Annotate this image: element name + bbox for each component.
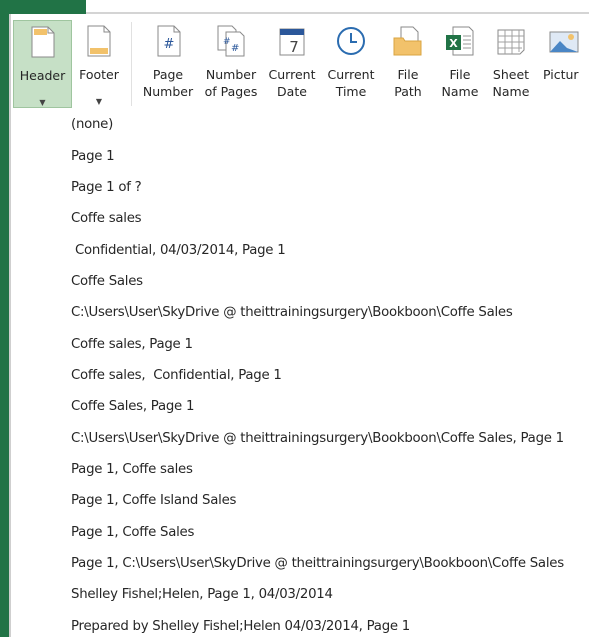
page-number-icon: # <box>157 25 181 57</box>
file-name-label-line2: Name <box>441 84 479 99</box>
page-number-label-line2: Number <box>142 84 194 99</box>
file-name-label-line1: File <box>449 67 471 82</box>
file-path-label-line2: Path <box>394 84 422 99</box>
menu-item-page-1-coffe-island-sales[interactable]: Page 1, Coffe Island Sales <box>71 490 236 512</box>
page-number-button[interactable]: # Page Number <box>139 20 197 108</box>
current-date-button[interactable]: 7 Current Date <box>264 20 320 108</box>
excel-file-icon: X <box>446 26 474 56</box>
sheet-name-button[interactable]: Sheet Name <box>487 20 535 108</box>
header-button-label: Header <box>19 68 66 83</box>
sheet-name-label-line1: Sheet <box>492 67 530 82</box>
file-path-label-line1: File <box>397 67 419 82</box>
page-number-label-line1: Page <box>152 67 184 82</box>
footer-button[interactable]: Footer ▼ <box>73 20 125 108</box>
menu-item-coffe-sales-page-1[interactable]: Coffe sales, Page 1 <box>71 334 193 356</box>
active-ribbon-tab-accent <box>0 0 86 14</box>
svg-text:#: # <box>231 43 239 54</box>
menu-item-page-1-file-path[interactable]: Page 1, C:\Users\User\SkyDrive @ theittr… <box>71 553 564 575</box>
svg-text:#: # <box>164 37 175 52</box>
picture-icon <box>549 31 579 53</box>
menu-item-coffe-sales-title[interactable]: Coffe Sales <box>71 271 143 293</box>
header-footer-ribbon: Header ▼ Footer ▼ # Page Number # # Numb… <box>11 14 589 110</box>
menu-item-author-page-date[interactable]: Shelley Fishel;Helen, Page 1, 04/03/2014 <box>71 584 333 606</box>
sheet-grid-icon <box>497 29 525 55</box>
header-dropdown-menu: (none) Page 1 Page 1 of ? Coffe sales Co… <box>11 110 589 637</box>
number-of-pages-label-line1: Number <box>205 67 257 82</box>
sheet-name-label-line2: Name <box>492 84 530 99</box>
svg-text:#: # <box>223 37 231 47</box>
svg-text:X: X <box>449 37 458 50</box>
folder-icon <box>393 26 422 56</box>
picture-label: Pictur <box>543 67 579 82</box>
menu-item-coffe-sales-title-page-1[interactable]: Coffe Sales, Page 1 <box>71 396 194 418</box>
menu-item-file-path[interactable]: C:\Users\User\SkyDrive @ theittrainingsu… <box>71 302 513 324</box>
menu-item-confidential-date-page[interactable]: Confidential, 04/03/2014, Page 1 <box>71 240 286 262</box>
menu-item-page-1-of[interactable]: Page 1 of ? <box>71 177 142 199</box>
menu-item-none[interactable]: (none) <box>71 114 113 136</box>
ribbon-group-separator <box>131 22 132 106</box>
menu-item-page-1-coffe-sales-title[interactable]: Page 1, Coffe Sales <box>71 522 194 544</box>
menu-item-coffe-sales-confidential-page[interactable]: Coffe sales, Confidential, Page 1 <box>71 365 282 387</box>
footer-dropdown-arrow-icon[interactable]: ▼ <box>96 98 102 106</box>
clock-icon <box>337 27 365 55</box>
menu-item-coffe-sales[interactable]: Coffe sales <box>71 208 142 230</box>
window-top-strip <box>0 0 589 14</box>
current-date-label-line2: Date <box>277 84 307 99</box>
calendar-icon: 7 <box>279 28 305 56</box>
file-path-button[interactable]: File Path <box>384 20 432 108</box>
number-of-pages-label-line2: of Pages <box>204 84 258 99</box>
header-page-icon <box>31 26 54 58</box>
current-time-label-line2: Time <box>335 84 367 99</box>
footer-button-label: Footer <box>79 67 119 82</box>
menu-item-prepared-by[interactable]: Prepared by Shelley Fishel;Helen 04/03/2… <box>71 616 410 638</box>
number-of-pages-button[interactable]: # # Number of Pages <box>200 20 262 108</box>
current-date-label-line1: Current <box>268 67 316 82</box>
picture-button[interactable]: Pictur <box>539 20 589 108</box>
footer-page-icon <box>87 25 111 57</box>
menu-item-file-path-page-1[interactable]: C:\Users\User\SkyDrive @ theittrainingsu… <box>71 428 564 450</box>
current-time-label-line1: Current <box>327 67 375 82</box>
header-button[interactable]: Header ▼ <box>13 20 72 108</box>
number-of-pages-icon: # # <box>217 25 245 57</box>
header-dropdown-arrow-icon[interactable]: ▼ <box>39 99 45 107</box>
menu-item-page-1-coffe-sales[interactable]: Page 1, Coffe sales <box>71 459 193 481</box>
window-left-edge <box>0 14 9 637</box>
current-time-button[interactable]: Current Time <box>323 20 379 108</box>
file-name-button[interactable]: X File Name <box>437 20 483 108</box>
menu-item-page-1[interactable]: Page 1 <box>71 146 115 168</box>
svg-text:7: 7 <box>289 38 299 56</box>
